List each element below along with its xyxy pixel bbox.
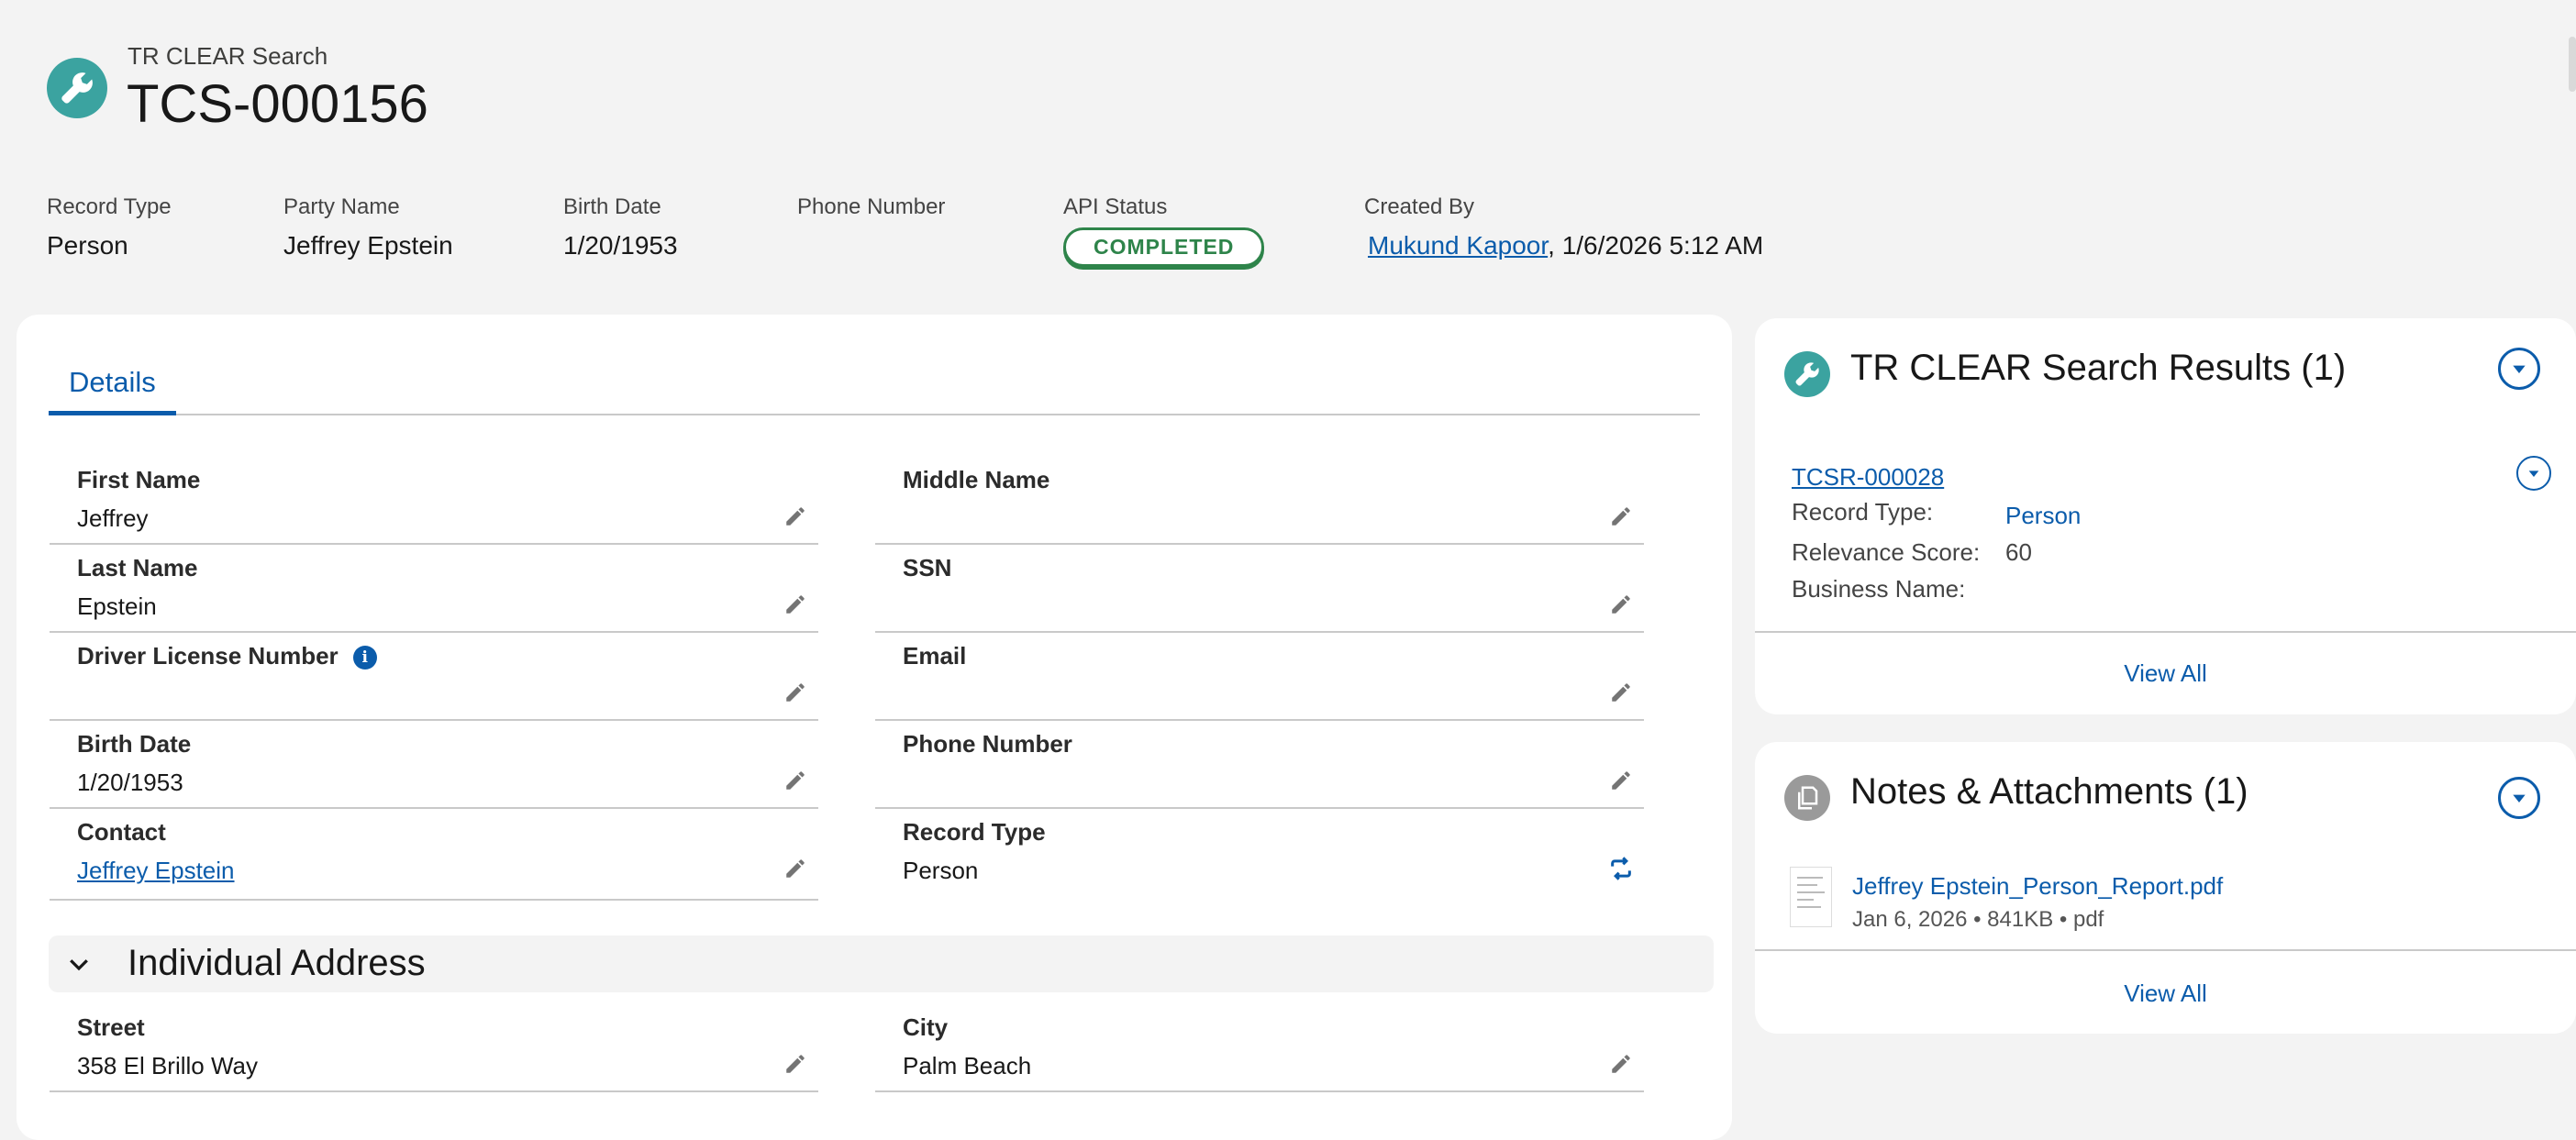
created-by-value: Mukund Kapoor, 1/6/2026 5:12 AM [1364, 231, 1763, 260]
field-email: Email [875, 633, 1644, 721]
created-by-separator: , [1548, 231, 1555, 260]
field-value: 358 El Brillo Way [77, 1052, 258, 1079]
highlight-record-type: Record Type Person [47, 194, 172, 260]
record-header: TR CLEAR Search TCS-000156 Record Type P… [0, 0, 2576, 312]
result-field-label: Business Name: [1792, 575, 1966, 603]
highlight-label: Party Name [283, 194, 400, 219]
field-label: Last Name [77, 554, 198, 581]
pencil-icon[interactable] [782, 855, 809, 882]
field-label: SSN [903, 554, 952, 581]
field-label: Middle Name [903, 466, 1050, 493]
field-city: City Palm Beach [875, 1004, 1644, 1092]
pencil-icon[interactable] [1607, 591, 1635, 618]
field-contact: Contact Jeffrey Epstein [50, 809, 818, 901]
files-icon [1784, 775, 1830, 821]
pencil-icon[interactable] [782, 591, 809, 618]
pencil-icon[interactable] [1607, 503, 1635, 530]
field-driver-license-number: Driver License Number i [50, 633, 818, 721]
highlight-label: Phone Number [797, 194, 946, 219]
change-record-type-icon[interactable] [1607, 855, 1635, 882]
field-ssn: SSN [875, 545, 1644, 633]
field-label: Record Type [903, 818, 1046, 846]
field-first-name: First Name Jeffrey [50, 457, 818, 545]
result-field-label: Relevance Score: [1792, 538, 1981, 566]
notes-attachments-card: Notes & Attachments (1) Jeffrey Epstein_… [1755, 742, 2576, 1034]
search-result-link[interactable]: TCSR-000028 [1792, 463, 1944, 492]
field-label: City [903, 1013, 949, 1041]
result-field-label: Record Type: [1792, 498, 1934, 526]
field-value: Jeffrey [77, 504, 149, 532]
field-label: Driver License Number i [77, 642, 377, 670]
field-value: Epstein [77, 592, 157, 620]
search-results-title[interactable]: TR CLEAR Search Results (1) [1850, 348, 2346, 389]
pdf-thumbnail-icon[interactable] [1790, 867, 1832, 927]
field-label: Phone Number [903, 730, 1072, 758]
field-middle-name: Middle Name [875, 457, 1644, 545]
highlight-label: API Status [1063, 194, 1168, 219]
field-label: Street [77, 1013, 145, 1041]
created-by-user-link[interactable]: Mukund Kapoor [1368, 231, 1548, 260]
created-date: 1/6/2026 5:12 AM [1561, 231, 1764, 260]
result-relevance-value: 60 [2005, 538, 2032, 566]
attachment-meta: Jan 6, 2026 • 841KB • pdf [1852, 907, 2104, 932]
status-badge: COMPLETED [1063, 227, 1265, 267]
tab-details[interactable]: Details [49, 359, 176, 415]
field-label: Birth Date [77, 730, 192, 758]
wrench-icon [1784, 351, 1830, 397]
search-results-view-all-link[interactable]: View All [1755, 659, 2576, 688]
tab-bar: Details [49, 359, 1700, 415]
search-results-card: TR CLEAR Search Results (1) TCSR-000028 … [1755, 318, 2576, 714]
highlight-created-by: Created By Mukund Kapoor, 1/6/2026 5:12 … [1364, 194, 1763, 260]
field-last-name: Last Name Epstein [50, 545, 818, 633]
highlight-value: 1/20/1953 [563, 231, 678, 260]
search-results-menu-button[interactable] [2498, 348, 2540, 390]
pencil-icon[interactable] [782, 503, 809, 530]
pencil-icon[interactable] [782, 679, 809, 706]
pencil-icon[interactable] [1607, 1050, 1635, 1078]
field-value: Palm Beach [903, 1052, 1032, 1079]
chevron-down-icon[interactable] [65, 950, 93, 978]
contact-link[interactable]: Jeffrey Epstein [77, 857, 235, 884]
object-type-label: TR CLEAR Search [128, 42, 328, 70]
field-street: Street 358 El Brillo Way [50, 1004, 818, 1092]
scrollbar[interactable] [2569, 37, 2576, 92]
result-record-type-value: Person [2005, 502, 2082, 529]
field-phone-number: Phone Number [875, 721, 1644, 809]
field-value: Person [903, 857, 979, 884]
field-record-type: Record Type Person [875, 809, 1644, 901]
highlight-label: Record Type [47, 194, 172, 219]
search-result-row-menu[interactable] [2516, 456, 2551, 491]
highlight-value: Person [47, 231, 128, 260]
highlight-birth-date: Birth Date 1/20/1953 [563, 194, 678, 260]
notes-attachments-title[interactable]: Notes & Attachments (1) [1850, 771, 2248, 813]
pencil-icon[interactable] [1607, 679, 1635, 706]
wrench-icon [47, 58, 107, 118]
page-title: TCS-000156 [127, 74, 428, 134]
highlight-value: Jeffrey Epstein [283, 231, 453, 260]
divider [1755, 949, 2576, 951]
field-value: 1/20/1953 [77, 769, 183, 796]
pencil-icon[interactable] [782, 767, 809, 794]
notes-menu-button[interactable] [2498, 777, 2540, 819]
pencil-icon[interactable] [1607, 767, 1635, 794]
pencil-icon[interactable] [782, 1050, 809, 1078]
field-label: Contact [77, 818, 166, 846]
field-birth-date: Birth Date 1/20/1953 [50, 721, 818, 809]
highlight-phone-number: Phone Number [797, 194, 945, 231]
details-card: Details First Name Jeffrey Middle Name L… [17, 315, 1732, 1140]
highlight-label: Created By [1364, 194, 1475, 219]
field-label: First Name [77, 466, 201, 493]
highlight-api-status: API Status COMPLETED [1063, 194, 1265, 267]
attachment-file-link[interactable]: Jeffrey Epstein_Person_Report.pdf [1852, 872, 2223, 901]
highlight-label: Birth Date [563, 194, 661, 219]
info-icon[interactable]: i [352, 646, 377, 670]
highlight-party-name: Party Name Jeffrey Epstein [283, 194, 453, 260]
section-title: Individual Address [128, 943, 426, 983]
field-label-text: Driver License Number [77, 642, 339, 670]
section-individual-address[interactable]: Individual Address [49, 935, 1714, 992]
notes-view-all-link[interactable]: View All [1755, 980, 2576, 1008]
divider [1755, 631, 2576, 633]
field-label: Email [903, 642, 967, 670]
